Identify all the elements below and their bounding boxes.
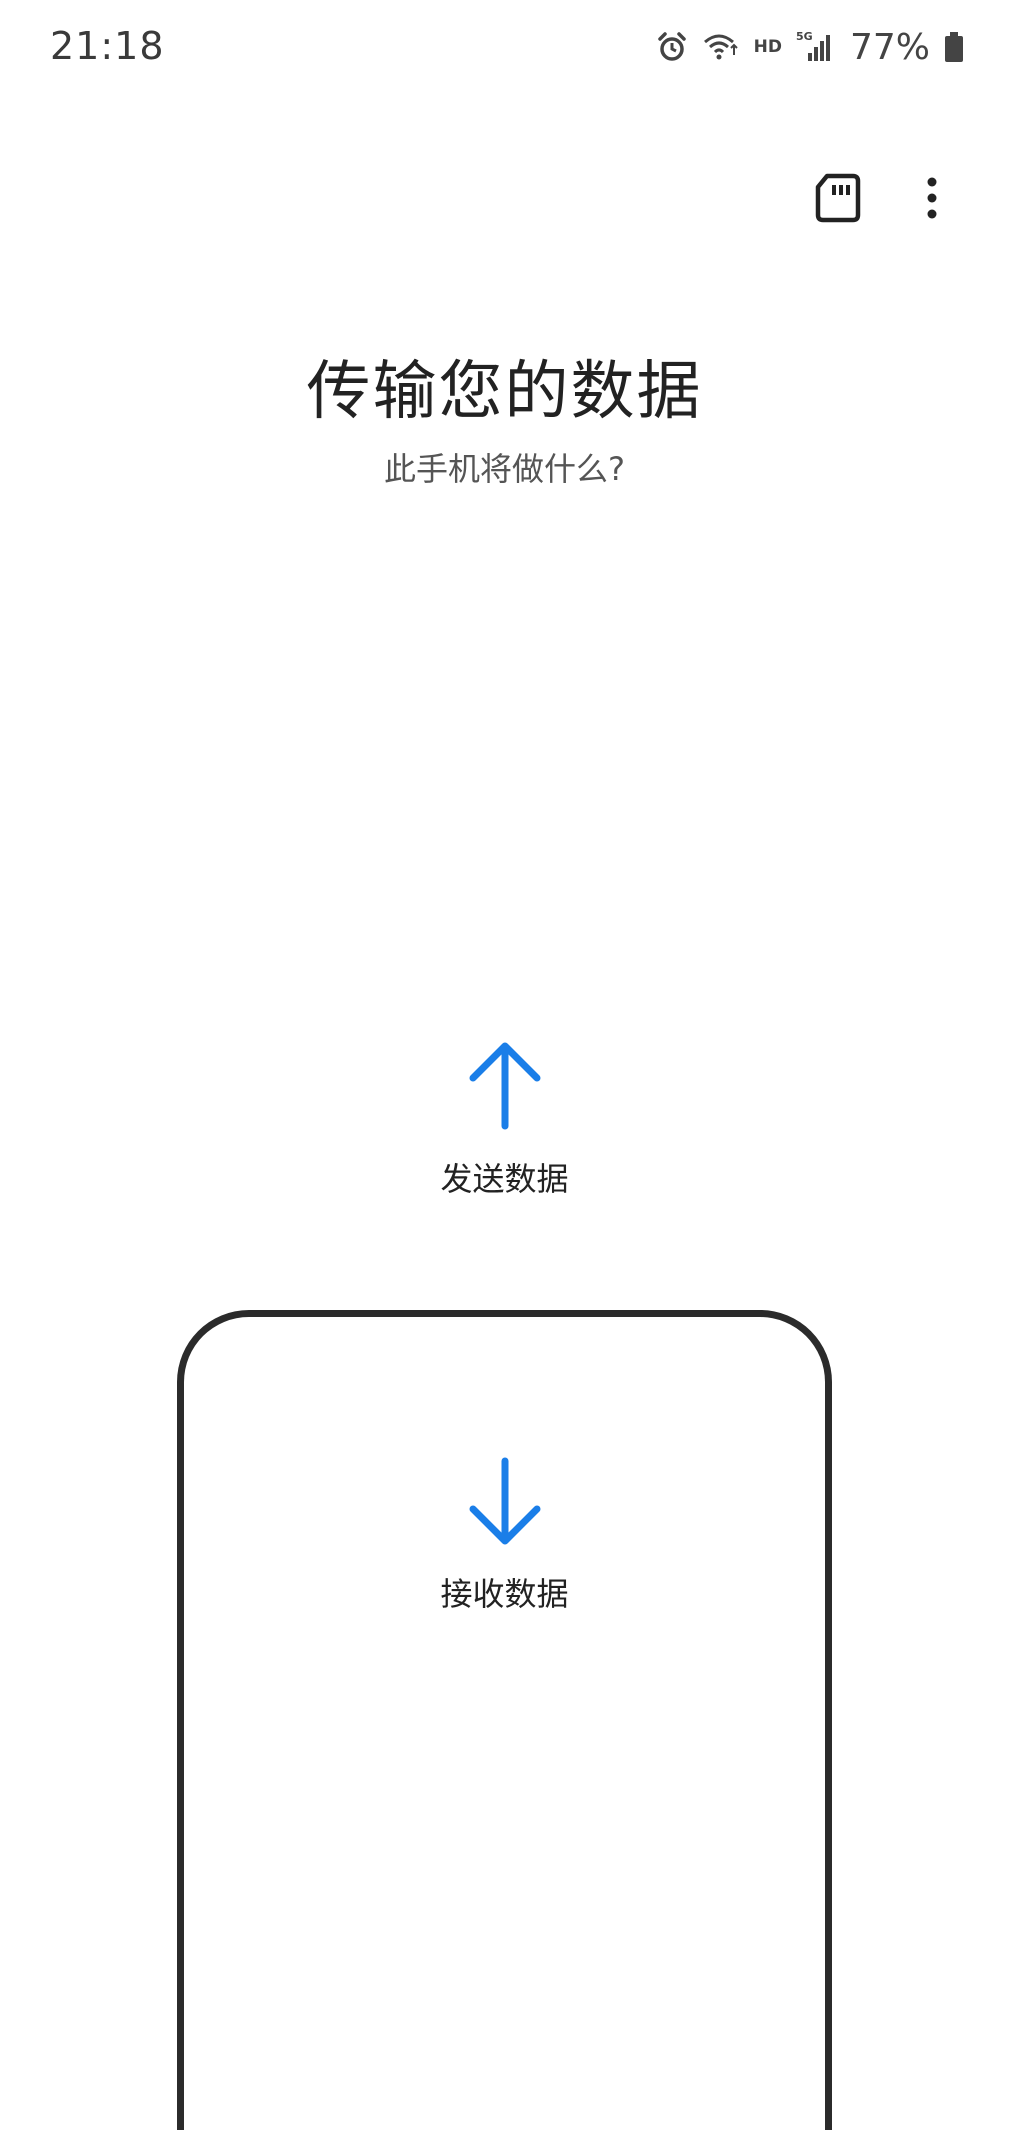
sd-card-button[interactable] <box>798 160 878 240</box>
page-subtitle: 此手机将做什么? <box>384 450 625 488</box>
wifi-icon <box>702 31 740 63</box>
arrow-down-icon <box>465 1455 545 1551</box>
status-time: 21:18 <box>50 24 165 68</box>
send-data-option[interactable]: 发送数据 <box>0 1040 1009 1200</box>
status-icons: HD 5G 77% <box>656 22 964 72</box>
receive-data-label: 接收数据 <box>440 1575 569 1613</box>
alarm-icon <box>656 31 688 63</box>
sd-card-icon <box>815 173 861 227</box>
battery-percent: 77% <box>849 26 930 68</box>
svg-text:5G: 5G <box>796 30 813 43</box>
hd-label: HD <box>753 37 782 57</box>
send-data-label: 发送数据 <box>440 1160 569 1198</box>
receive-data-option[interactable]: 接收数据 <box>0 1455 1009 1615</box>
more-options-icon <box>926 176 938 224</box>
more-options-button[interactable] <box>892 160 972 240</box>
battery-icon <box>944 31 964 63</box>
page-title: 传输您的数据 <box>306 355 703 429</box>
screen: 21:18 HD 5G 77% 传输您的数据 此手机将做什么? 发送数据 接收数… <box>0 0 1009 2130</box>
arrow-up-icon <box>465 1040 545 1136</box>
phone-outline <box>177 1310 832 2130</box>
signal-icon: 5G <box>796 29 834 65</box>
